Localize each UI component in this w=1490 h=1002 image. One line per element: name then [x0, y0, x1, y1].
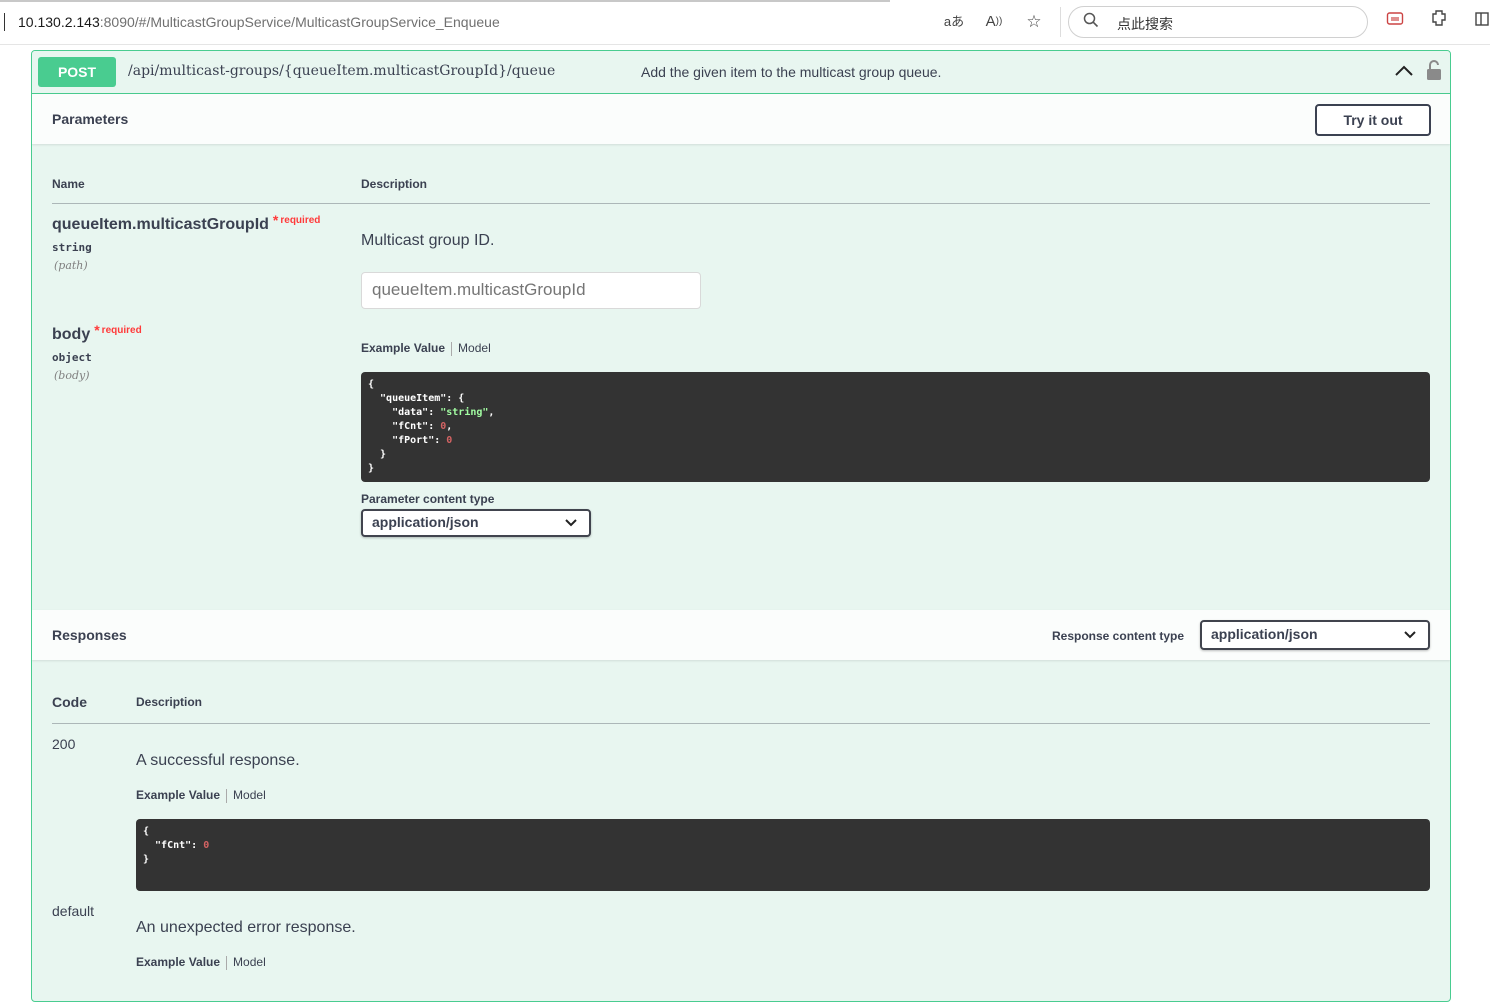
response-description: An unexpected error response. [136, 919, 356, 936]
code-number: 0 [203, 840, 210, 851]
code-key: "fCnt": [143, 840, 204, 851]
multicast-group-id-field[interactable] [362, 273, 702, 306]
response-example-tabs: Example Value Model [136, 955, 266, 970]
required-label: required [101, 325, 142, 336]
method-badge: POST [38, 57, 116, 87]
responses-title: Responses [52, 627, 127, 643]
code-line: } [143, 854, 150, 865]
screenshot-icon[interactable] [1382, 9, 1408, 35]
favorite-star-icon[interactable]: ☆ [1021, 9, 1047, 35]
url-host: 10.130.2.143 [18, 14, 100, 30]
tab-example-value[interactable]: Example Value [361, 341, 445, 355]
select-value: application/json [1211, 626, 1318, 642]
browser-toolbar: 10.130.2.143:8090/#/MulticastGroupServic… [0, 0, 1490, 45]
parameter-name-text: queueItem.multicastGroupId [52, 216, 269, 233]
parameter-content-type-label: Parameter content type [361, 492, 495, 506]
operation-summary[interactable]: POST /api/multicast-groups/{queueItem.mu… [32, 51, 1450, 94]
url-text[interactable]: 10.130.2.143:8090/#/MulticastGroupServic… [18, 14, 500, 30]
response-content-type-label: Response content type [1052, 629, 1185, 643]
parameter-in: (path) [54, 259, 88, 272]
table-divider [52, 723, 1430, 724]
code-key: "fCnt": [368, 421, 441, 432]
parameter-name: body * required [52, 322, 142, 344]
code-line: } [368, 449, 387, 460]
code-number: 0 [446, 435, 453, 446]
body-example-code: { "queueItem": { "data": "string", "fCnt… [361, 372, 1430, 482]
try-it-out-button[interactable]: Try it out [1315, 104, 1431, 136]
operation-path[interactable]: /api/multicast-groups/{queueItem.multica… [128, 63, 555, 79]
responses-header: Responses Response content type applicat… [32, 610, 1450, 660]
response-example-tabs: Example Value Model [136, 788, 266, 803]
response-description: A successful response. [136, 752, 300, 769]
lock-icon[interactable] [1426, 59, 1442, 83]
search-placeholder: 点此搜索 [1117, 16, 1173, 32]
parameter-content-type-select[interactable]: application/json [361, 509, 591, 537]
required-star: * [94, 322, 100, 338]
code-line: { [368, 379, 375, 390]
body-example-tabs: Example Value Model [361, 341, 491, 356]
extensions-icon[interactable] [1426, 9, 1452, 35]
address-bar[interactable]: 10.130.2.143:8090/#/MulticastGroupServic… [4, 7, 1061, 37]
code-line: { [143, 826, 150, 837]
multicast-group-id-input[interactable] [361, 272, 702, 309]
column-header-code: Code [52, 694, 87, 710]
operation-block-post: POST /api/multicast-groups/{queueItem.mu… [31, 50, 1451, 1002]
parameter-name-text: body [52, 326, 91, 343]
parameter-description: Multicast group ID. [361, 232, 495, 249]
tab-example-value[interactable]: Example Value [136, 788, 220, 802]
read-aloud-icon[interactable]: A)) [981, 9, 1007, 35]
code-punct: , [488, 407, 495, 418]
tab-separator [451, 341, 453, 356]
split-view-icon[interactable] [1474, 9, 1490, 35]
url-path: :8090/#/MulticastGroupService/MulticastG… [99, 14, 500, 30]
tab-model[interactable]: Model [233, 788, 266, 802]
response-code: default [52, 903, 95, 919]
parameter-name: queueItem.multicastGroupId * required [52, 212, 321, 234]
translate-icon[interactable]: aあ [941, 9, 967, 35]
code-key: "fPort": [368, 435, 447, 446]
required-star: * [272, 212, 279, 228]
code-key: "data": [368, 407, 441, 418]
tab-example-value[interactable]: Example Value [136, 955, 220, 969]
operation-description: Add the given item to the multicast grou… [641, 64, 942, 80]
parameters-title: Parameters [52, 111, 129, 127]
response-code: 200 [52, 736, 76, 752]
column-header-name: Name [52, 177, 85, 191]
parameter-type: string [52, 241, 92, 254]
tab-separator [226, 955, 228, 970]
code-line: "queueItem": { [368, 393, 465, 404]
tab-separator [226, 788, 228, 803]
tab-model[interactable]: Model [458, 341, 491, 355]
response-example-code: { "fCnt": 0 } [136, 819, 1430, 891]
text-caret [4, 13, 5, 31]
parameter-type: object [52, 351, 92, 364]
column-header-description: Description [361, 177, 428, 191]
response-content-type-select[interactable]: application/json [1200, 620, 1430, 650]
parameters-header: Parameters Try it out [32, 94, 1450, 144]
code-string: "string" [440, 407, 489, 418]
chevron-down-icon [565, 513, 577, 534]
table-divider [52, 203, 1430, 204]
search-icon [1083, 12, 1099, 33]
loading-bar [0, 0, 890, 2]
search-box[interactable]: 点此搜索 [1068, 6, 1368, 38]
collapse-chevron-icon[interactable] [1392, 61, 1416, 81]
tab-model[interactable]: Model [233, 955, 266, 969]
column-header-description: Description [136, 695, 203, 709]
code-punct: , [446, 421, 453, 432]
parameter-in: (body) [54, 369, 90, 382]
select-value: application/json [372, 514, 479, 530]
code-line: } [368, 463, 375, 474]
chevron-down-icon [1404, 625, 1416, 646]
required-label: required [280, 215, 321, 226]
